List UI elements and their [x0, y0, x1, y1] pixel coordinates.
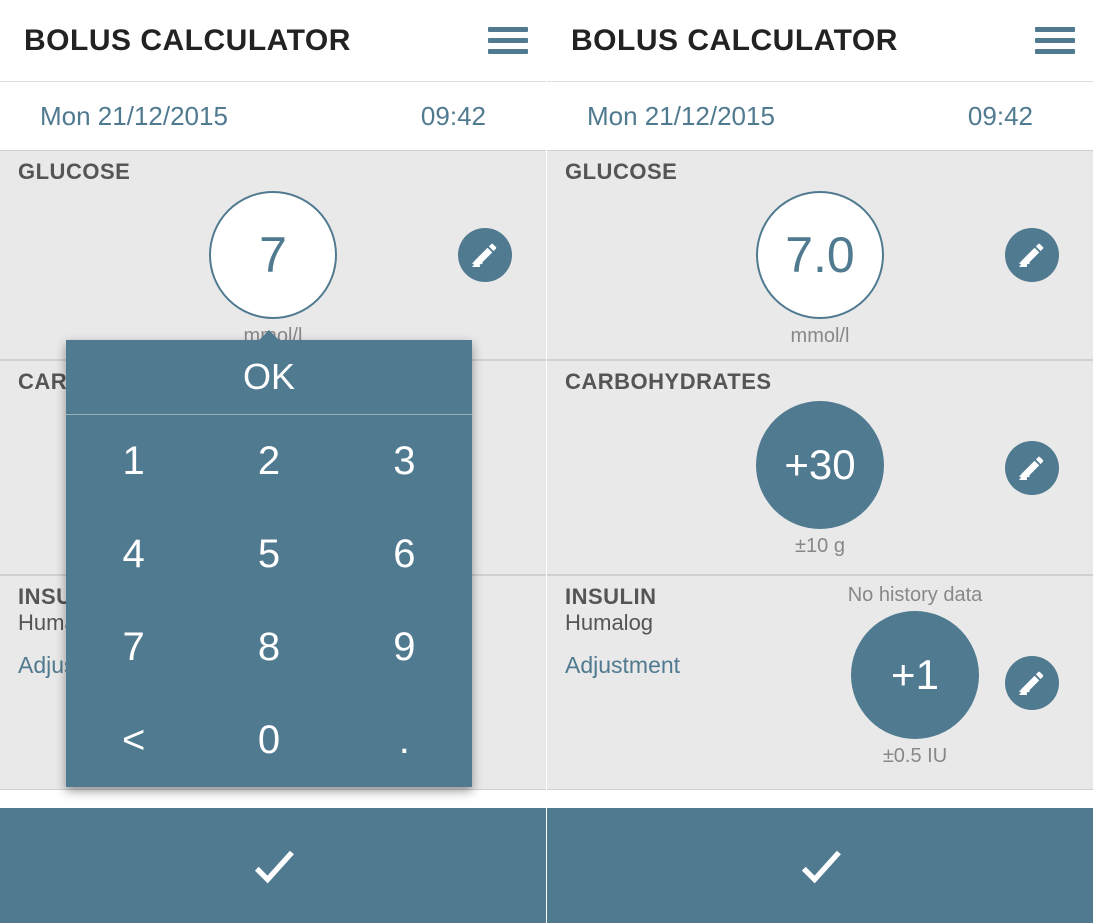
time-text: 09:42: [968, 101, 1033, 132]
menu-icon[interactable]: [1035, 21, 1075, 61]
confirm-button[interactable]: [0, 808, 546, 923]
datetime-row[interactable]: Mon 21/12/2015 09:42: [547, 82, 1093, 150]
glucose-section: GLUCOSE 7 mmol/l: [0, 150, 546, 360]
insulin-value-circle[interactable]: +1: [851, 611, 979, 739]
glucose-label: GLUCOSE: [18, 159, 528, 185]
key-1[interactable]: 1: [66, 415, 201, 508]
header: BOLUS CALCULATOR: [0, 0, 546, 82]
carbs-value-circle[interactable]: +30: [756, 401, 884, 529]
datetime-row[interactable]: Mon 21/12/2015 09:42: [0, 82, 546, 150]
key-7[interactable]: 7: [66, 601, 201, 694]
time-text: 09:42: [421, 101, 486, 132]
key-dot[interactable]: .: [337, 694, 472, 787]
insulin-type: Humalog: [565, 610, 755, 636]
key-2[interactable]: 2: [201, 415, 336, 508]
key-9[interactable]: 9: [337, 601, 472, 694]
screen-right: BOLUS CALCULATOR Mon 21/12/2015 09:42 GL…: [547, 0, 1093, 923]
insulin-unit: ±0.5 IU: [883, 745, 947, 768]
key-3[interactable]: 3: [337, 415, 472, 508]
date-text: Mon 21/12/2015: [40, 101, 228, 132]
glucose-unit: mmol/l: [791, 325, 850, 348]
page-title: BOLUS CALCULATOR: [24, 24, 351, 58]
pencil-icon[interactable]: [1005, 656, 1059, 710]
glucose-label: GLUCOSE: [565, 159, 1075, 185]
confirm-button[interactable]: [547, 808, 1093, 923]
key-6[interactable]: 6: [337, 508, 472, 601]
carbs-unit: ±10 g: [795, 535, 845, 558]
key-5[interactable]: 5: [201, 508, 336, 601]
menu-icon[interactable]: [488, 21, 528, 61]
date-text: Mon 21/12/2015: [587, 101, 775, 132]
screen-left: BOLUS CALCULATOR Mon 21/12/2015 09:42 GL…: [0, 0, 546, 923]
adjustment-link[interactable]: Adjustment: [565, 652, 680, 679]
key-4[interactable]: 4: [66, 508, 201, 601]
carbs-label: CARBOHYDRATES: [565, 369, 1075, 395]
key-8[interactable]: 8: [201, 601, 336, 694]
pencil-icon[interactable]: [458, 228, 512, 282]
keypad-ok-button[interactable]: OK: [66, 340, 472, 415]
checkmark-icon: [793, 839, 847, 893]
glucose-value-circle[interactable]: 7: [209, 191, 337, 319]
pencil-icon[interactable]: [1005, 441, 1059, 495]
glucose-section: GLUCOSE 7.0 mmol/l: [547, 150, 1093, 360]
insulin-section: INSULIN Humalog Adjustment No history da…: [547, 575, 1093, 790]
carbs-section: CARBOHYDRATES +30 ±10 g: [547, 360, 1093, 575]
pencil-icon[interactable]: [1005, 228, 1059, 282]
numeric-keypad: OK 1 2 3 4 5 6 7 8 9 < 0 .: [66, 340, 472, 787]
glucose-value-circle[interactable]: 7.0: [756, 191, 884, 319]
checkmark-icon: [246, 839, 300, 893]
header: BOLUS CALCULATOR: [547, 0, 1093, 82]
insulin-history-text: No history data: [848, 584, 983, 607]
key-0[interactable]: 0: [201, 694, 336, 787]
page-title: BOLUS CALCULATOR: [571, 24, 898, 58]
key-back[interactable]: <: [66, 694, 201, 787]
insulin-label: INSULIN: [565, 584, 755, 610]
